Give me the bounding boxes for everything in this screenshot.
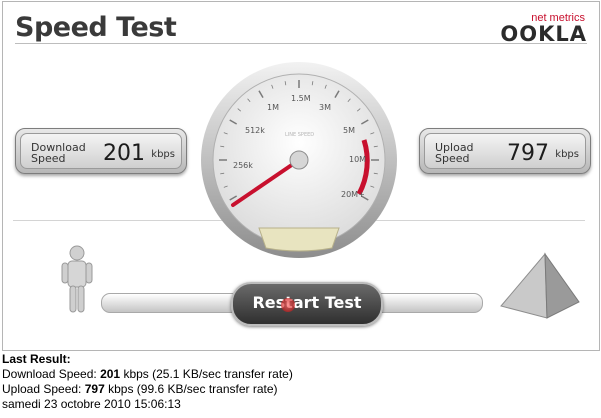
download-speed-value: 201 <box>103 141 145 166</box>
upload-speed-value: 797 <box>507 141 549 166</box>
gauge-hub <box>289 150 309 170</box>
gauge-center-text: LINE SPEED <box>285 132 314 138</box>
speed-gauge: 512k 1M 1.5M 3M 5M 10M 20M+ 256k LINE SP… <box>201 62 397 258</box>
brand-name: OOKLA <box>500 22 587 46</box>
gauge-label-3m: 3M <box>319 103 331 112</box>
restart-indicator-icon <box>281 298 295 312</box>
gauge-label-512k: 512k <box>245 126 265 135</box>
person-icon <box>61 245 93 313</box>
speed-test-widget: Speed Test net metrics OOKLA Download Sp… <box>2 1 600 351</box>
upload-speed-label: Upload Speed <box>435 141 474 165</box>
download-result-value: 201 <box>100 367 121 381</box>
last-result-heading: Last Result: <box>2 352 71 366</box>
download-result-line: Download Speed: 201 kbps (25.1 KB/sec tr… <box>2 367 293 381</box>
gauge-label-20m: 20M+ <box>341 190 365 199</box>
gauge-label-1-5m: 1.5M <box>291 94 311 103</box>
gauge-readout-window <box>258 227 340 252</box>
restart-test-button[interactable]: Restart Test <box>231 282 383 326</box>
gauge-label-5m: 5M <box>343 126 355 135</box>
upload-speed-panel: Upload Speed 797 kbps <box>419 128 591 174</box>
last-result-panel: Last Result: Download Speed: 201 kbps (2… <box>2 352 293 412</box>
upload-speed-unit: kbps <box>555 149 579 160</box>
server-pyramid-icon <box>500 252 580 319</box>
download-speed-unit: kbps <box>151 149 175 160</box>
gauge-label-256k: 256k <box>233 161 253 170</box>
ookla-logo: net metrics OOKLA <box>497 10 587 46</box>
result-timestamp: samedi 23 octobre 2010 15:06:13 <box>2 397 181 411</box>
upload-result-line: Upload Speed: 797 kbps (99.6 KB/sec tran… <box>2 382 278 396</box>
gauge-label-10m: 10M <box>349 155 366 164</box>
upload-result-value: 797 <box>84 382 105 396</box>
gauge-label-1m: 1M <box>267 103 279 112</box>
download-speed-panel: Download Speed 201 kbps <box>15 128 187 174</box>
restart-test-label: Restart Test <box>252 293 362 312</box>
download-speed-label: Download Speed <box>31 141 86 165</box>
page-title: Speed Test <box>15 12 177 43</box>
